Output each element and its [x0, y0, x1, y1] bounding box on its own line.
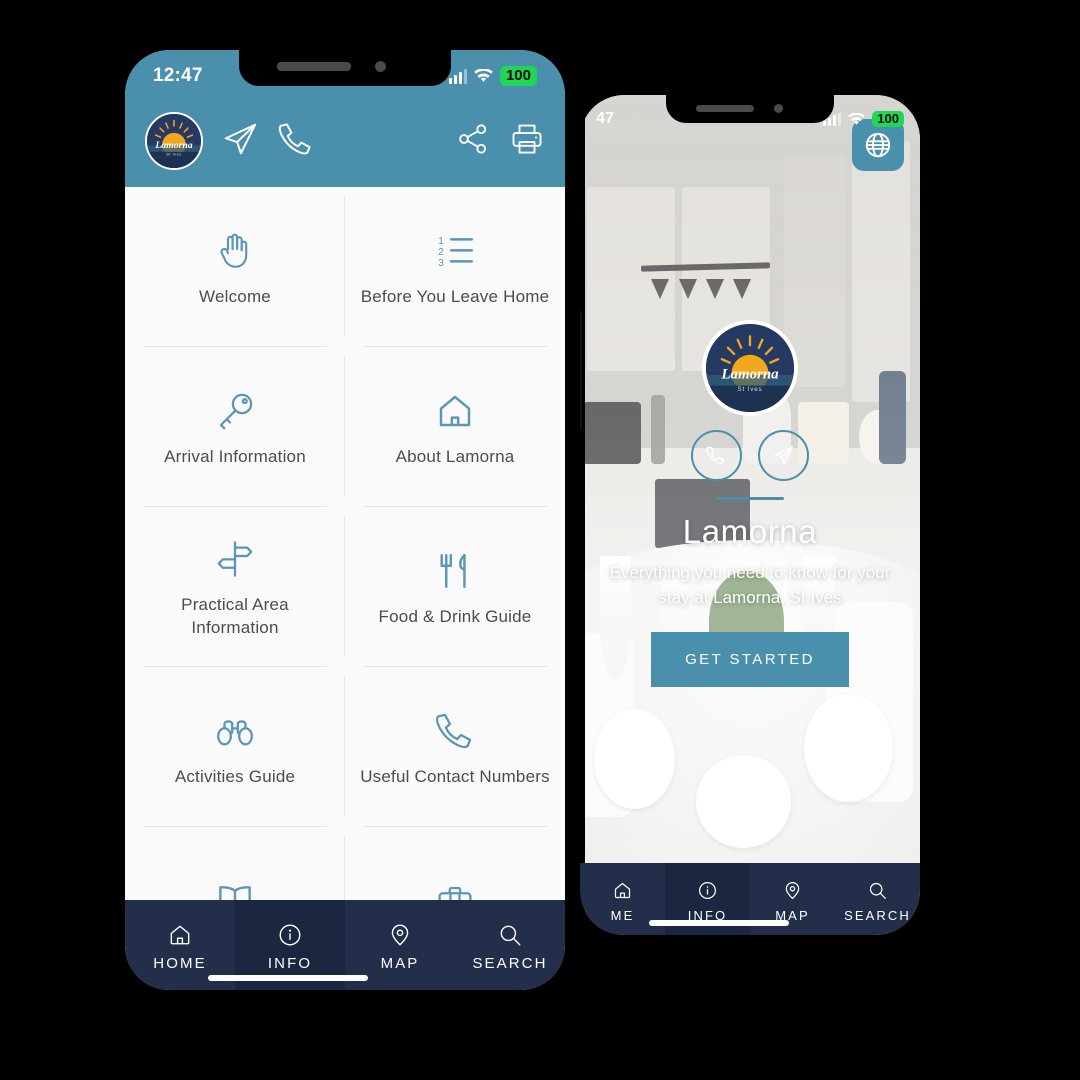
hero-message-button[interactable] — [758, 430, 809, 481]
svg-text:1: 1 — [438, 235, 444, 246]
search-icon — [497, 922, 523, 948]
binoculars-icon — [214, 706, 256, 752]
svg-text:Lamorna: Lamorna — [720, 367, 779, 383]
map-pin-icon — [387, 922, 413, 948]
wifi-icon — [474, 69, 493, 82]
phone-right: Lamorna St Ives Lamorna Everything you n… — [580, 95, 920, 935]
header-print-button[interactable] — [509, 121, 545, 162]
front-camera — [375, 61, 386, 72]
battery-indicator: 100 — [872, 110, 904, 128]
phone-right-notch — [666, 95, 834, 123]
info-circle-icon — [277, 922, 303, 948]
tab-label: INFO — [267, 955, 313, 972]
menu-item-label: Useful Contact Numbers — [360, 766, 550, 786]
hero-content: Lamorna St Ives Lamorna Everything you n… — [580, 320, 920, 688]
wifi-icon — [848, 112, 866, 125]
phone-left-home-indicator[interactable] — [207, 975, 368, 981]
key-icon — [214, 386, 256, 432]
hero-call-button[interactable] — [691, 430, 742, 481]
phone-left-screen: Lamorna St Ives Welcome 1 2 3 Before You… — [125, 50, 565, 990]
battery-indicator: 100 — [499, 66, 537, 86]
menu-item-useful-contact-numbers[interactable]: Useful Contact Numbers — [345, 667, 565, 827]
open-book-icon — [213, 877, 257, 900]
status-time: 12:47 — [153, 65, 203, 86]
hero-subtitle: Everything you need to know for your sta… — [609, 563, 891, 607]
svg-text:2: 2 — [438, 246, 444, 257]
menu-grid-container: Welcome 1 2 3 Before You Leave Home Arri… — [125, 187, 565, 900]
svg-text:St Ives: St Ives — [166, 153, 181, 157]
phone-right-screen: Lamorna St Ives Lamorna Everything you n… — [580, 95, 920, 935]
hero-title: Lamorna — [682, 513, 818, 550]
send-message-icon — [774, 446, 793, 465]
app-logo[interactable]: Lamorna St Ives — [145, 112, 203, 170]
numbered-list-icon: 1 2 3 — [433, 226, 477, 272]
tab-search[interactable]: SEARCH — [835, 863, 920, 935]
svg-text:St Ives: St Ives — [738, 386, 763, 393]
menu-item-welcome[interactable]: Welcome — [125, 187, 345, 347]
status-time: 47 — [596, 110, 615, 127]
menu-item-before-you-leave-home[interactable]: 1 2 3 Before You Leave Home — [345, 187, 565, 347]
menu-item-label: Activities Guide — [174, 766, 296, 786]
header-share-button[interactable] — [455, 121, 491, 162]
home-icon — [612, 880, 633, 901]
house-icon — [434, 386, 476, 432]
phone-right-home-indicator[interactable] — [649, 920, 790, 926]
front-camera — [774, 104, 783, 113]
share-icon — [459, 123, 487, 154]
svg-text:3: 3 — [438, 257, 444, 268]
get-started-button[interactable]: GET STARTED — [651, 632, 849, 688]
phone-call-icon — [706, 446, 725, 465]
tab-label: HOME — [153, 955, 207, 972]
menu-item-label: Welcome — [199, 286, 271, 306]
menu-item-label: Arrival Information — [164, 446, 306, 466]
menu-item-label: Food & Drink Guide — [378, 606, 532, 626]
signpost-icon — [214, 534, 256, 580]
menu-item-arrival-information[interactable]: Arrival Information — [125, 347, 345, 507]
lamorna-logo-icon: Lamorna St Ives — [706, 324, 794, 412]
menu-item-practical-area-information[interactable]: Practical Area Information — [125, 507, 345, 667]
phone-icon — [434, 706, 476, 752]
menu-item-about-lamorna[interactable]: About Lamorna — [345, 347, 565, 507]
send-message-icon — [224, 123, 257, 154]
menu-item-label: Before You Leave Home — [360, 286, 550, 306]
tab-label: SEARCH — [844, 907, 911, 923]
hero-divider — [716, 497, 784, 500]
hand-wave-icon — [214, 226, 256, 272]
print-icon — [512, 124, 542, 153]
menu-item-label: About Lamorna — [395, 446, 515, 466]
fork-knife-icon — [434, 546, 476, 592]
menu-item-packing[interactable] — [345, 827, 565, 900]
screenshot-canvas: Lamorna St Ives Lamorna Everything you n… — [0, 0, 1080, 1080]
map-pin-icon — [782, 880, 803, 901]
tab-label: MAP — [380, 955, 420, 972]
tab-label: SEARCH — [472, 955, 548, 972]
cellular-bars-icon — [448, 68, 467, 84]
header-call-button[interactable] — [277, 120, 315, 163]
header-message-button[interactable] — [221, 120, 259, 163]
tab-search[interactable]: SEARCH — [455, 900, 565, 990]
earpiece-speaker — [696, 105, 754, 112]
suitcase-icon — [434, 877, 476, 900]
phone-left-notch — [239, 50, 451, 86]
hero-action-buttons — [691, 430, 809, 481]
svg-text:Lamorna: Lamorna — [154, 140, 192, 151]
lamorna-logo-icon: Lamorna St Ives — [147, 114, 201, 168]
menu-item-food-drink-guide[interactable]: Food & Drink Guide — [345, 507, 565, 667]
hero-logo: Lamorna St Ives — [702, 320, 798, 416]
home-icon — [167, 922, 193, 948]
earpiece-speaker — [277, 62, 351, 71]
menu-item-label: Practical Area Information — [181, 595, 289, 637]
search-icon — [867, 880, 888, 901]
hero-image: Lamorna St Ives Lamorna Everything you n… — [580, 95, 920, 863]
info-circle-icon — [697, 880, 718, 901]
phone-call-icon — [278, 122, 311, 154]
menu-item-guide-book[interactable] — [125, 827, 345, 900]
tab-label: ME — [610, 907, 635, 923]
phone-right-side-button[interactable] — [580, 310, 582, 430]
menu-item-activities-guide[interactable]: Activities Guide — [125, 667, 345, 827]
phone-left: Lamorna St Ives Welcome 1 2 3 Before You… — [125, 50, 565, 990]
menu-grid: Welcome 1 2 3 Before You Leave Home Arri… — [125, 187, 565, 900]
